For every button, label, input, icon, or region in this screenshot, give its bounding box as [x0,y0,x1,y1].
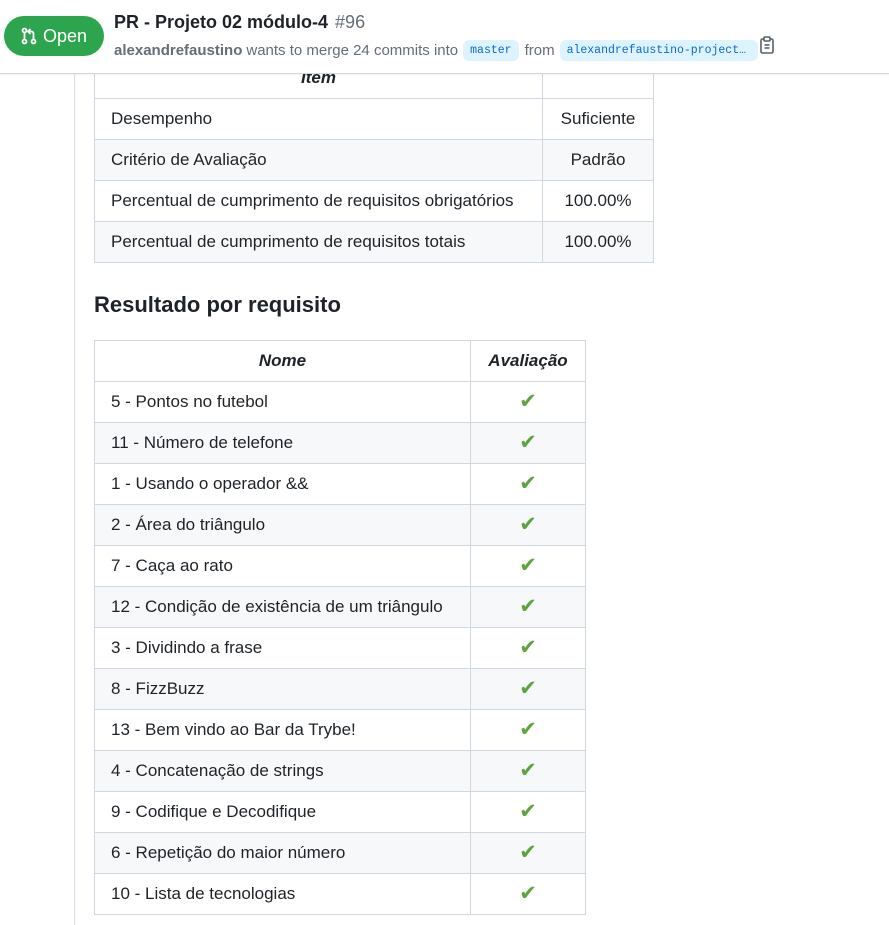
requirement-name: 1 - Usando o operador && [94,463,471,505]
check-mark-icon: ✔ [519,718,537,741]
summary-value: 100.00% [542,221,654,263]
check-mark-icon: ✔ [519,759,537,782]
requirements-header-row: Nome Avaliação [94,340,586,382]
base-branch[interactable]: master [463,39,519,61]
requirement-evaluation: ✔ [470,586,586,628]
table-row: Percentual de cumprimento de requisitos … [94,221,654,263]
requirement-name: 7 - Caça ao rato [94,545,471,587]
requirement-name: 12 - Condição de existência de um triâng… [94,586,471,628]
table-row: Critério de Avaliação Padrão [94,139,654,181]
requirements-header-evaluation: Avaliação [470,340,586,382]
requirement-name: 2 - Área do triângulo [94,504,471,546]
section-title: Resultado por requisito [94,292,341,317]
pr-author-link[interactable]: alexandrefaustino [114,42,242,59]
table-row: 2 - Área do triângulo ✔ [94,504,586,546]
requirement-name: 13 - Bem vindo ao Bar da Trybe! [94,709,471,751]
table-row: 3 - Dividindo a frase ✔ [94,627,586,669]
pr-meta: alexandrefaustino wants to merge 24 comm… [114,38,764,62]
pr-title: PR - Projeto 02 módulo-4 #96 [114,12,365,33]
clipboard-icon [759,36,775,58]
requirement-name: 3 - Dividindo a frase [94,627,471,669]
requirement-evaluation: ✔ [470,709,586,751]
check-mark-icon: ✔ [519,882,537,905]
check-mark-icon: ✔ [519,800,537,823]
check-mark-icon: ✔ [519,636,537,659]
check-mark-icon: ✔ [519,513,537,536]
requirement-name: 8 - FizzBuzz [94,668,471,710]
copy-branch-button[interactable] [759,36,779,58]
summary-item: Critério de Avaliação [94,139,543,181]
requirement-evaluation: ✔ [470,627,586,669]
summary-item: Percentual de cumprimento de requisitos … [94,221,543,263]
requirement-evaluation: ✔ [470,463,586,505]
summary-value: Padrão [542,139,654,181]
summary-value: 100.00% [542,180,654,222]
check-mark-icon: ✔ [519,595,537,618]
requirement-evaluation: ✔ [470,873,586,915]
check-mark-icon: ✔ [519,472,537,495]
table-row: 1 - Usando o operador && ✔ [94,463,586,505]
table-row: 6 - Repetição do maior número ✔ [94,832,586,874]
pr-number[interactable]: #96 [335,12,365,32]
table-row: 12 - Condição de existência de um triâng… [94,586,586,628]
requirement-name: 5 - Pontos no futebol [94,381,471,423]
requirement-name: 11 - Número de telefone [94,422,471,464]
check-mark-icon: ✔ [519,554,537,577]
requirement-evaluation: ✔ [470,422,586,464]
table-row: 9 - Codifique e Decodifique ✔ [94,791,586,833]
requirements-table-body: 5 - Pontos no futebol ✔ 11 - Número de tel… [94,381,586,915]
requirement-evaluation: ✔ [470,668,586,710]
table-row: 4 - Concatenação de strings ✔ [94,750,586,792]
check-mark-icon: ✔ [519,390,537,413]
table-row: 13 - Bem vindo ao Bar da Trybe! ✔ [94,709,586,751]
requirement-evaluation: ✔ [470,750,586,792]
summary-item: Percentual de cumprimento de requisitos … [94,180,543,222]
summary-item: Desempenho [94,98,543,140]
summary-value: Suficiente [542,98,654,140]
timeline-rail [74,74,75,925]
merge-text: wants to merge 24 commits into [246,41,459,59]
git-pull-request-icon [21,27,37,45]
pr-sticky-header: Open PR - Projeto 02 módulo-4 #96 alexan… [0,0,889,74]
summary-table: Item Desempenho Suficiente Critério de A… [94,57,654,263]
check-mark-icon: ✔ [519,841,537,864]
table-row: 7 - Caça ao rato ✔ [94,545,586,587]
requirement-evaluation: ✔ [470,832,586,874]
check-mark-icon: ✔ [519,677,537,700]
table-row: 11 - Número de telefone ✔ [94,422,586,464]
head-branch[interactable]: alexandrefaustino-project-… [559,39,758,61]
requirements-header-name: Nome [94,340,471,382]
table-row: 10 - Lista de tecnologias ✔ [94,873,586,915]
requirement-evaluation: ✔ [470,381,586,423]
check-mark-icon: ✔ [519,431,537,454]
requirement-evaluation: ✔ [470,791,586,833]
pr-title-text: PR - Projeto 02 módulo-4 [114,12,329,32]
table-row: Desempenho Suficiente [94,98,654,140]
requirements-table: Nome Avaliação 5 - Pontos no futebol ✔ 11 … [94,340,586,915]
requirement-name: 4 - Concatenação de strings [94,750,471,792]
from-text: from [524,41,555,59]
table-row: Percentual de cumprimento de requisitos … [94,180,654,222]
table-row: 5 - Pontos no futebol ✔ [94,381,586,423]
pr-state-badge[interactable]: Open [4,16,104,56]
requirement-name: 10 - Lista de tecnologias [94,873,471,915]
table-row: 8 - FizzBuzz ✔ [94,668,586,710]
requirement-evaluation: ✔ [470,504,586,546]
requirement-name: 9 - Codifique e Decodifique [94,791,471,833]
pr-state-label: Open [42,25,88,46]
requirement-name: 6 - Repetição do maior número [94,832,471,874]
requirement-evaluation: ✔ [470,545,586,587]
